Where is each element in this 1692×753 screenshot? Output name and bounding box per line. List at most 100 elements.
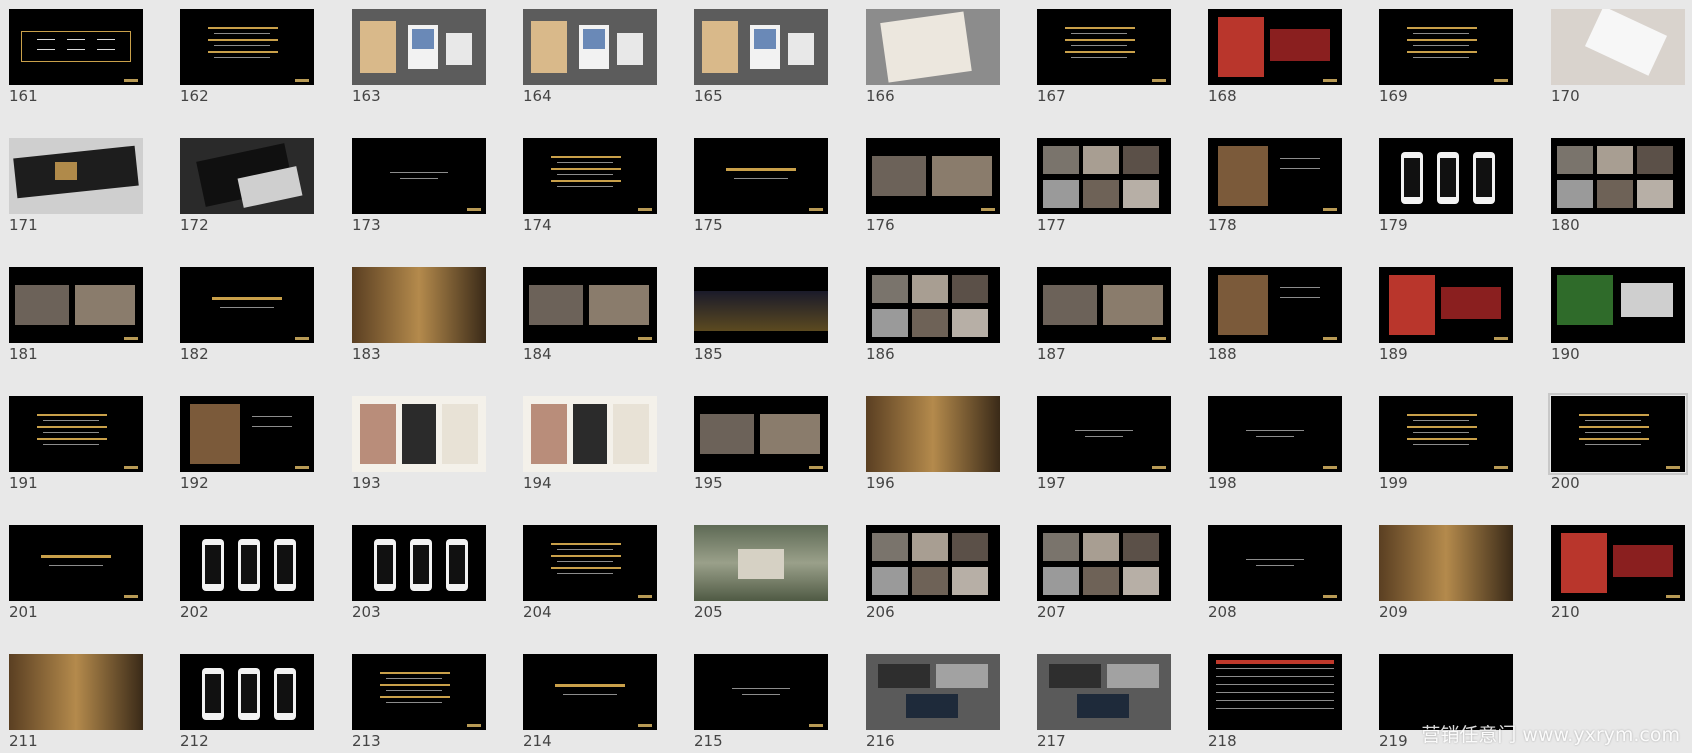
slide-thumbnail[interactable]: [1208, 9, 1342, 85]
slide-thumbnail[interactable]: [523, 525, 657, 601]
slide-thumbnail[interactable]: [866, 9, 1000, 85]
slide-thumbnail[interactable]: [1379, 525, 1513, 601]
slide-166[interactable]: 166: [866, 9, 1000, 105]
slide-167[interactable]: 167: [1037, 9, 1171, 105]
slide-195[interactable]: 195: [694, 396, 828, 492]
slide-164[interactable]: 164: [523, 9, 657, 105]
slide-180[interactable]: 180: [1551, 138, 1685, 234]
slide-175[interactable]: 175: [694, 138, 828, 234]
slide-197[interactable]: 197: [1037, 396, 1171, 492]
slide-165[interactable]: 165: [694, 9, 828, 105]
slide-161[interactable]: 161: [9, 9, 143, 105]
slide-199[interactable]: 199: [1379, 396, 1513, 492]
slide-162[interactable]: 162: [180, 9, 314, 105]
slide-thumbnail[interactable]: [1551, 9, 1685, 85]
slide-thumbnail[interactable]: [866, 267, 1000, 343]
slide-thumbnail[interactable]: [9, 654, 143, 730]
slide-206[interactable]: 206: [866, 525, 1000, 621]
slide-thumbnail[interactable]: [1208, 267, 1342, 343]
slide-thumbnail[interactable]: [523, 267, 657, 343]
slide-209[interactable]: 209: [1379, 525, 1513, 621]
slide-170[interactable]: 170: [1551, 9, 1685, 105]
slide-thumbnail[interactable]: [1208, 654, 1342, 730]
slide-thumbnail[interactable]: [866, 396, 1000, 472]
slide-thumbnail[interactable]: [694, 654, 828, 730]
slide-189[interactable]: 189: [1379, 267, 1513, 363]
slide-thumbnail[interactable]: [9, 9, 143, 85]
slide-179[interactable]: 179: [1379, 138, 1513, 234]
slide-213[interactable]: 213: [352, 654, 486, 750]
slide-thumbnail[interactable]: [866, 654, 1000, 730]
slide-185[interactable]: 185: [694, 267, 828, 363]
slide-207[interactable]: 207: [1037, 525, 1171, 621]
slide-188[interactable]: 188: [1208, 267, 1342, 363]
slide-thumbnail[interactable]: [694, 267, 828, 343]
slide-194[interactable]: 194: [523, 396, 657, 492]
slide-thumbnail[interactable]: [523, 138, 657, 214]
slide-thumbnail[interactable]: [1037, 525, 1171, 601]
slide-218[interactable]: 218: [1208, 654, 1342, 750]
slide-thumbnail[interactable]: [352, 525, 486, 601]
slide-211[interactable]: 211: [9, 654, 143, 750]
slide-thumbnail[interactable]: [1037, 138, 1171, 214]
slide-169[interactable]: 169: [1379, 9, 1513, 105]
slide-thumbnail[interactable]: [9, 396, 143, 472]
slide-198[interactable]: 198: [1208, 396, 1342, 492]
slide-thumbnail[interactable]: [694, 396, 828, 472]
slide-thumbnail[interactable]: [1379, 396, 1513, 472]
slide-202[interactable]: 202: [180, 525, 314, 621]
slide-thumbnail[interactable]: [1551, 267, 1685, 343]
slide-thumbnail[interactable]: [694, 525, 828, 601]
slide-thumbnail[interactable]: [1037, 654, 1171, 730]
slide-thumbnail[interactable]: [1208, 525, 1342, 601]
slide-thumbnail[interactable]: [1037, 267, 1171, 343]
slide-196[interactable]: 196: [866, 396, 1000, 492]
slide-217[interactable]: 217: [1037, 654, 1171, 750]
slide-200[interactable]: 200: [1548, 393, 1688, 492]
slide-thumbnail[interactable]: [1551, 138, 1685, 214]
slide-thumbnail[interactable]: [1037, 9, 1171, 85]
slide-thumbnail[interactable]: [1037, 396, 1171, 472]
slide-191[interactable]: 191: [9, 396, 143, 492]
slide-171[interactable]: 171: [9, 138, 143, 234]
slide-thumbnail[interactable]: [866, 138, 1000, 214]
slide-181[interactable]: 181: [9, 267, 143, 363]
slide-178[interactable]: 178: [1208, 138, 1342, 234]
slide-thumbnail[interactable]: [1379, 138, 1513, 214]
slide-thumbnail[interactable]: [352, 138, 486, 214]
slide-thumbnail[interactable]: [866, 525, 1000, 601]
slide-212[interactable]: 212: [180, 654, 314, 750]
slide-thumbnail[interactable]: [1208, 138, 1342, 214]
slide-thumbnail[interactable]: [694, 138, 828, 214]
slide-thumbnail[interactable]: [352, 396, 486, 472]
slide-215[interactable]: 215: [694, 654, 828, 750]
slide-214[interactable]: 214: [523, 654, 657, 750]
slide-216[interactable]: 216: [866, 654, 1000, 750]
slide-190[interactable]: 190: [1551, 267, 1685, 363]
slide-192[interactable]: 192: [180, 396, 314, 492]
slide-174[interactable]: 174: [523, 138, 657, 234]
slide-176[interactable]: 176: [866, 138, 1000, 234]
slide-173[interactable]: 173: [352, 138, 486, 234]
slide-thumbnail[interactable]: [9, 138, 143, 214]
slide-163[interactable]: 163: [352, 9, 486, 105]
slide-thumbnail[interactable]: [694, 9, 828, 85]
slide-205[interactable]: 205: [694, 525, 828, 621]
slide-187[interactable]: 187: [1037, 267, 1171, 363]
slide-thumbnail[interactable]: [523, 9, 657, 85]
slide-thumbnail[interactable]: [352, 267, 486, 343]
slide-thumbnail[interactable]: [1379, 267, 1513, 343]
slide-172[interactable]: 172: [180, 138, 314, 234]
slide-thumbnail[interactable]: [352, 654, 486, 730]
slide-thumbnail[interactable]: [523, 654, 657, 730]
slide-168[interactable]: 168: [1208, 9, 1342, 105]
slide-177[interactable]: 177: [1037, 138, 1171, 234]
slide-thumbnail[interactable]: [180, 654, 314, 730]
slide-193[interactable]: 193: [352, 396, 486, 492]
slide-thumbnail[interactable]: [1379, 654, 1513, 730]
slide-thumbnail[interactable]: [180, 138, 314, 214]
slide-204[interactable]: 204: [523, 525, 657, 621]
slide-thumbnail[interactable]: [9, 267, 143, 343]
slide-thumbnail[interactable]: [1551, 525, 1685, 601]
slide-210[interactable]: 210: [1551, 525, 1685, 621]
